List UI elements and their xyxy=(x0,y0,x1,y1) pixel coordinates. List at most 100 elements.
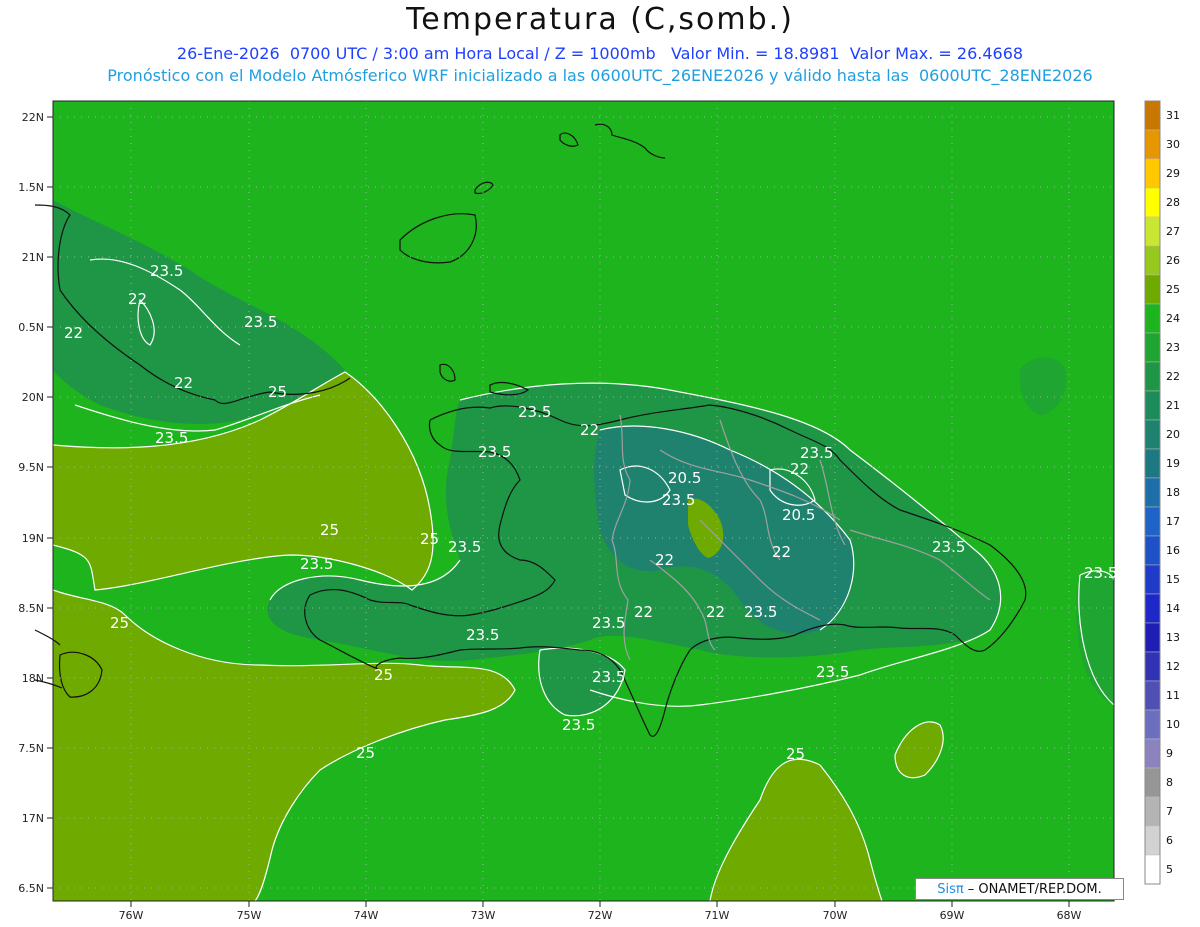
contour-label: 23.5 xyxy=(562,716,595,734)
colorbar-tick-label: 18 xyxy=(1166,486,1180,499)
lon-label: 75W xyxy=(237,909,262,922)
lat-label: 0.5N xyxy=(18,321,44,334)
lat-label: 6.5N xyxy=(18,882,44,895)
lon-label: 76W xyxy=(119,909,144,922)
colorbar-swatch xyxy=(1144,477,1161,508)
contour-label: 25 xyxy=(110,614,129,632)
lat-label: 9.5N xyxy=(18,461,44,474)
contour-label: 22 xyxy=(706,603,725,621)
contour-label: 23.5 xyxy=(448,538,481,556)
colorbar-swatch xyxy=(1144,303,1161,334)
colorbar-tick-label: 31 xyxy=(1166,109,1180,122)
colorbar-swatch xyxy=(1144,129,1161,160)
contour-label: 20.5 xyxy=(668,469,701,487)
lon-label: 70W xyxy=(823,909,848,922)
lon-label: 71W xyxy=(705,909,730,922)
latitude-labels: 22N 1.5N 21N 0.5N 20N 9.5N 19N 8.5N 18N … xyxy=(18,111,44,895)
contour-label: 23.5 xyxy=(478,443,511,461)
colorbar-swatch xyxy=(1144,419,1161,450)
colorbar-swatch xyxy=(1144,622,1161,653)
colorbar-tick-label: 19 xyxy=(1166,457,1180,470)
contour-label: 22 xyxy=(580,421,599,439)
contour-label: 22 xyxy=(174,374,193,392)
contour-label: 20.5 xyxy=(782,506,815,524)
lon-label: 73W xyxy=(471,909,496,922)
colorbar-tick-label: 11 xyxy=(1166,689,1180,702)
lon-label: 68W xyxy=(1057,909,1082,922)
lat-label: 19N xyxy=(22,532,44,545)
colorbar-tick-label: 20 xyxy=(1166,428,1180,441)
contour-label: 23.5 xyxy=(518,403,551,421)
lat-label: 8.5N xyxy=(18,602,44,615)
contour-label: 23.5 xyxy=(662,491,695,509)
colorbar-swatch xyxy=(1144,767,1161,798)
colorbar-swatch xyxy=(1144,709,1161,740)
colorbar-swatch xyxy=(1144,680,1161,711)
contour-label: 23.5 xyxy=(150,262,183,280)
colorbar-tick-label: 29 xyxy=(1166,167,1180,180)
contour-label: 25 xyxy=(420,530,439,548)
colorbar-tick-label: 24 xyxy=(1166,312,1180,325)
contour-label: 23.5 xyxy=(155,429,188,447)
colorbar-tick-label: 12 xyxy=(1166,660,1180,673)
lat-label: 21N xyxy=(22,251,44,264)
longitude-labels: 76W 75W 74W 73W 72W 71W 70W 69W 68W xyxy=(119,909,1082,922)
colorbar-swatch xyxy=(1144,216,1161,247)
colorbar-tick-label: 7 xyxy=(1166,805,1173,818)
contour-label: 23.5 xyxy=(592,614,625,632)
colorbar-tick-label: 26 xyxy=(1166,254,1180,267)
colorbar-tick-label: 27 xyxy=(1166,225,1180,238)
contour-label: 23.5 xyxy=(466,626,499,644)
colorbar-tick-label: 15 xyxy=(1166,573,1180,586)
contour-label: 25 xyxy=(356,744,375,762)
colorbar-swatch xyxy=(1144,535,1161,566)
colorbar: 31 30 29 28 27 26 25 24 23 22 21 20 19 18 17 16 15 14 13 12… xyxy=(1144,100,1180,885)
lon-label: 74W xyxy=(354,909,379,922)
lat-label: 17N xyxy=(22,812,44,825)
lat-label: 18N xyxy=(22,672,44,685)
contour-label: 25 xyxy=(786,745,805,763)
colorbar-tick-label: 17 xyxy=(1166,515,1180,528)
lat-label: 7.5N xyxy=(18,742,44,755)
contour-label: 22 xyxy=(655,551,674,569)
colorbar-tick-label: 5 xyxy=(1166,863,1173,876)
colorbar-tick-label: 16 xyxy=(1166,544,1180,557)
contour-label: 23.5 xyxy=(816,663,849,681)
contour-label: 25 xyxy=(374,666,393,684)
colorbar-swatch xyxy=(1144,245,1161,276)
contour-label: 22 xyxy=(64,324,83,342)
lat-label: 22N xyxy=(22,111,44,124)
colorbar-swatch xyxy=(1144,796,1161,827)
colorbar-swatch xyxy=(1144,593,1161,624)
colorbar-swatch xyxy=(1144,332,1161,363)
colorbar-swatch xyxy=(1144,100,1161,131)
colorbar-tick-label: 13 xyxy=(1166,631,1180,644)
contour-label: 23.5 xyxy=(1084,564,1117,582)
temperature-map: 22N 1.5N 21N 0.5N 20N 9.5N 19N 8.5N 18N … xyxy=(18,100,1180,922)
colorbar-swatch xyxy=(1144,738,1161,769)
lat-label: 20N xyxy=(22,391,44,404)
colorbar-tick-label: 21 xyxy=(1166,399,1180,412)
colorbar-tick-label: 6 xyxy=(1166,834,1173,847)
colorbar-swatch xyxy=(1144,448,1161,479)
colorbar-tick-label: 25 xyxy=(1166,283,1180,296)
colorbar-tick-label: 22 xyxy=(1166,370,1180,383)
watermark-text: – ONAMET/REP.DOM. xyxy=(967,881,1102,897)
watermark: Sisπ – ONAMET/REP.DOM. xyxy=(915,878,1124,900)
colorbar-tick-label: 30 xyxy=(1166,138,1180,151)
colorbar-tick-label: 10 xyxy=(1166,718,1180,731)
contour-label: 23.5 xyxy=(244,313,277,331)
colorbar-tick-label: 14 xyxy=(1166,602,1180,615)
colorbar-swatch xyxy=(1144,506,1161,537)
colorbar-swatch xyxy=(1144,187,1161,218)
contour-label: 25 xyxy=(268,383,287,401)
colorbar-swatch xyxy=(1144,390,1161,421)
contour-label: 22 xyxy=(634,603,653,621)
contour-label: 23.5 xyxy=(592,668,625,686)
contour-label: 23.5 xyxy=(300,555,333,573)
colorbar-tick-label: 23 xyxy=(1166,341,1180,354)
colorbar-swatch xyxy=(1144,274,1161,305)
sispi-logo: Sisπ xyxy=(937,881,964,897)
colorbar-swatch xyxy=(1144,651,1161,682)
colorbar-swatch xyxy=(1144,854,1161,885)
